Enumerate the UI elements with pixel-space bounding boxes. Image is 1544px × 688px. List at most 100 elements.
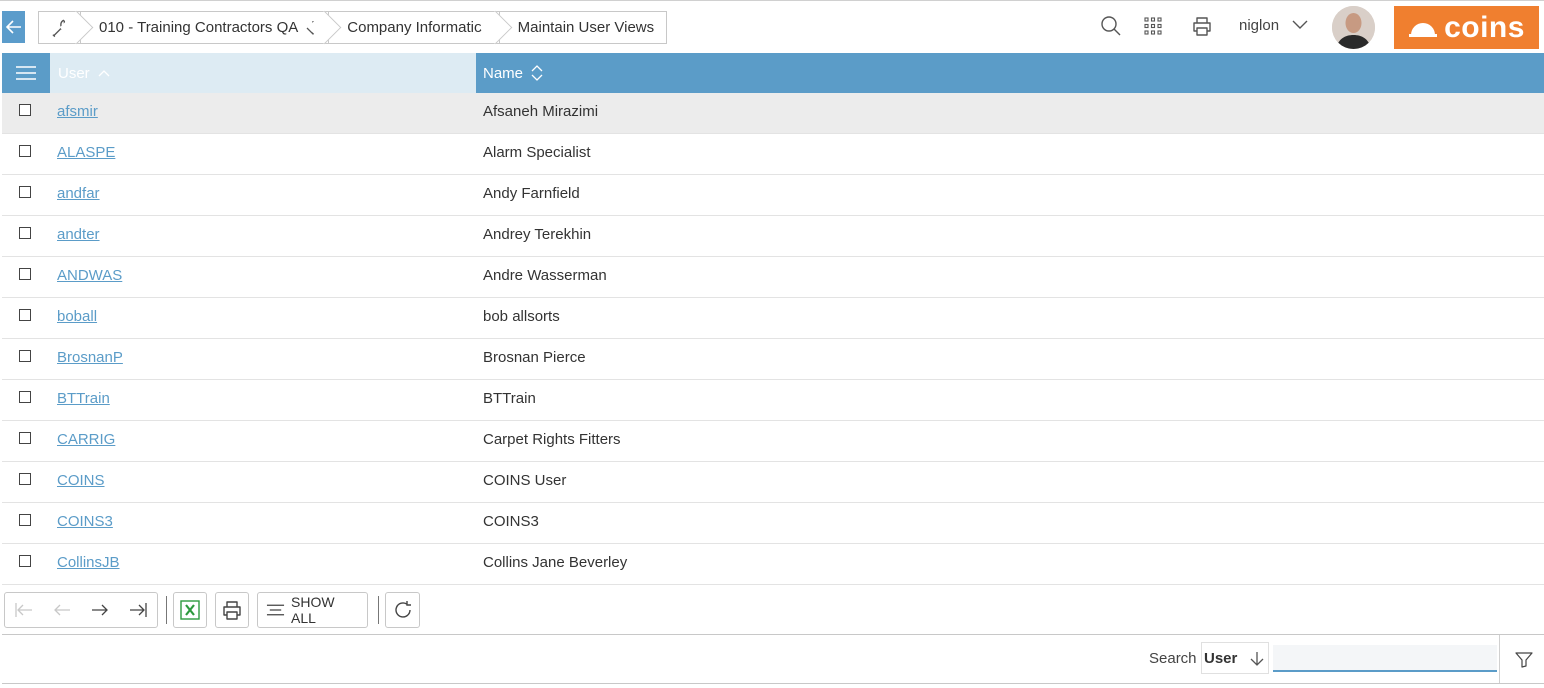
export-excel-button[interactable]	[173, 592, 207, 628]
breadcrumb: 010 - Training Contractors QA Company In…	[38, 11, 668, 44]
user-full-name: COINS User	[483, 472, 567, 489]
sort-icon	[531, 65, 543, 81]
avatar[interactable]	[1332, 6, 1375, 49]
search-button[interactable]	[1098, 13, 1124, 39]
search-field-value: User	[1204, 649, 1238, 667]
search-bar: Search User	[2, 634, 1544, 684]
print-button[interactable]	[1189, 13, 1215, 39]
next-page-button[interactable]	[81, 593, 119, 627]
show-all-label: SHOW ALL	[291, 594, 335, 626]
table-row[interactable]: CARRIG Carpet Rights Fitters	[2, 421, 1544, 462]
user-full-name: Brosnan Pierce	[483, 349, 586, 366]
arrow-down-icon[interactable]	[306, 20, 320, 36]
table-row[interactable]: COINS3 COINS3	[2, 503, 1544, 544]
user-full-name: Andy Farnfield	[483, 185, 580, 202]
row-checkbox[interactable]	[19, 514, 31, 526]
search-field-select[interactable]: User	[1201, 642, 1269, 674]
user-link[interactable]: COINS	[57, 472, 105, 489]
row-checkbox[interactable]	[19, 309, 31, 321]
user-link[interactable]: BrosnanP	[57, 349, 123, 366]
row-checkbox[interactable]	[19, 473, 31, 485]
last-page-button[interactable]	[119, 593, 157, 627]
coins-logo: coins	[1394, 6, 1539, 49]
user-link[interactable]: andter	[57, 226, 100, 243]
show-all-icon	[266, 604, 285, 616]
toolbar-divider	[378, 596, 379, 624]
apps-button[interactable]	[1140, 13, 1166, 39]
wrench-icon	[52, 19, 70, 37]
user-full-name: Alarm Specialist	[483, 144, 591, 161]
row-checkbox[interactable]	[19, 104, 31, 116]
hardhat-icon	[1409, 22, 1438, 37]
column-menu-button[interactable]	[2, 53, 50, 93]
first-page-button[interactable]	[5, 593, 43, 627]
printer-icon	[1193, 17, 1211, 36]
column-header-user[interactable]: User	[50, 53, 476, 93]
table-row[interactable]: ANDWAS Andre Wasserman	[2, 257, 1544, 298]
breadcrumb-company-information-label: Company Information	[347, 19, 491, 36]
user-link[interactable]: BTTrain	[57, 390, 110, 407]
filter-button[interactable]	[1512, 649, 1536, 671]
breadcrumb-company-label: 010 - Training Contractors QA	[99, 19, 299, 36]
previous-page-icon	[54, 604, 70, 616]
user-link[interactable]: COINS3	[57, 513, 113, 530]
table-row[interactable]: ALASPE Alarm Specialist	[2, 134, 1544, 175]
search-input[interactable]	[1273, 645, 1497, 672]
row-checkbox[interactable]	[19, 145, 31, 157]
refresh-button[interactable]	[385, 592, 420, 628]
user-link[interactable]: ANDWAS	[57, 267, 122, 284]
row-checkbox[interactable]	[19, 350, 31, 362]
print-grid-button[interactable]	[215, 592, 249, 628]
breadcrumb-maintain-user-views[interactable]: Maintain User Views	[498, 11, 668, 44]
grid-toolbar: SHOW ALL	[2, 589, 1544, 631]
user-link[interactable]: boball	[57, 308, 97, 325]
sort-ascending-icon	[98, 69, 110, 77]
table-row[interactable]: BTTrain BTTrain	[2, 380, 1544, 421]
tools-button[interactable]	[38, 11, 80, 44]
menu-icon	[16, 66, 36, 80]
user-full-name: Andrey Terekhin	[483, 226, 592, 243]
column-header-name[interactable]: Name	[476, 53, 776, 93]
table-row[interactable]: afsmir Afsaneh Mirazimi	[2, 93, 1544, 134]
row-checkbox[interactable]	[19, 432, 31, 444]
pager	[4, 592, 158, 628]
row-checkbox[interactable]	[19, 186, 31, 198]
table-row[interactable]: CollinsJB Collins Jane Beverley	[2, 544, 1544, 585]
grid-body: afsmir Afsaneh Mirazimi ALASPE Alarm Specia…	[2, 93, 1544, 585]
user-link[interactable]: CollinsJB	[57, 554, 120, 571]
table-row[interactable]: andfar Andy Farnfield	[2, 175, 1544, 216]
column-header-user-label: User	[58, 64, 90, 82]
next-page-icon	[92, 604, 108, 616]
breadcrumb-company[interactable]: 010 - Training Contractors QA	[80, 11, 329, 44]
row-checkbox[interactable]	[19, 555, 31, 567]
row-checkbox[interactable]	[19, 268, 31, 280]
back-button[interactable]	[2, 11, 25, 43]
top-bar: 010 - Training Contractors QA Company In…	[0, 0, 1544, 53]
show-all-button[interactable]: SHOW ALL	[257, 592, 368, 628]
print-icon	[223, 601, 241, 620]
table-row[interactable]: COINS COINS User	[2, 462, 1544, 503]
logo-text: coins	[1444, 10, 1525, 44]
previous-page-button[interactable]	[43, 593, 81, 627]
last-page-icon	[130, 603, 147, 617]
user-menu-name[interactable]: niglon	[1239, 17, 1279, 34]
user-link[interactable]: CARRIG	[57, 431, 115, 448]
refresh-icon	[394, 601, 411, 618]
user-link[interactable]: afsmir	[57, 103, 98, 120]
table-row[interactable]: andter Andrey Terekhin	[2, 216, 1544, 257]
table-row[interactable]: BrosnanP Brosnan Pierce	[2, 339, 1544, 380]
filter-icon	[1515, 652, 1533, 668]
search-icon	[1101, 16, 1121, 36]
breadcrumb-company-information[interactable]: Company Information	[328, 11, 499, 44]
user-link[interactable]: ALASPE	[57, 144, 115, 161]
row-checkbox[interactable]	[19, 227, 31, 239]
chevron-down-icon[interactable]	[1292, 17, 1308, 35]
row-checkbox[interactable]	[19, 391, 31, 403]
user-link[interactable]: andfar	[57, 185, 100, 202]
column-header-name-label: Name	[483, 64, 524, 82]
table-row[interactable]: boball bob allsorts	[2, 298, 1544, 339]
arrow-left-icon	[5, 20, 21, 34]
user-full-name: COINS3	[483, 513, 539, 530]
user-full-name: BTTrain	[483, 390, 536, 407]
excel-export-icon	[180, 600, 200, 620]
